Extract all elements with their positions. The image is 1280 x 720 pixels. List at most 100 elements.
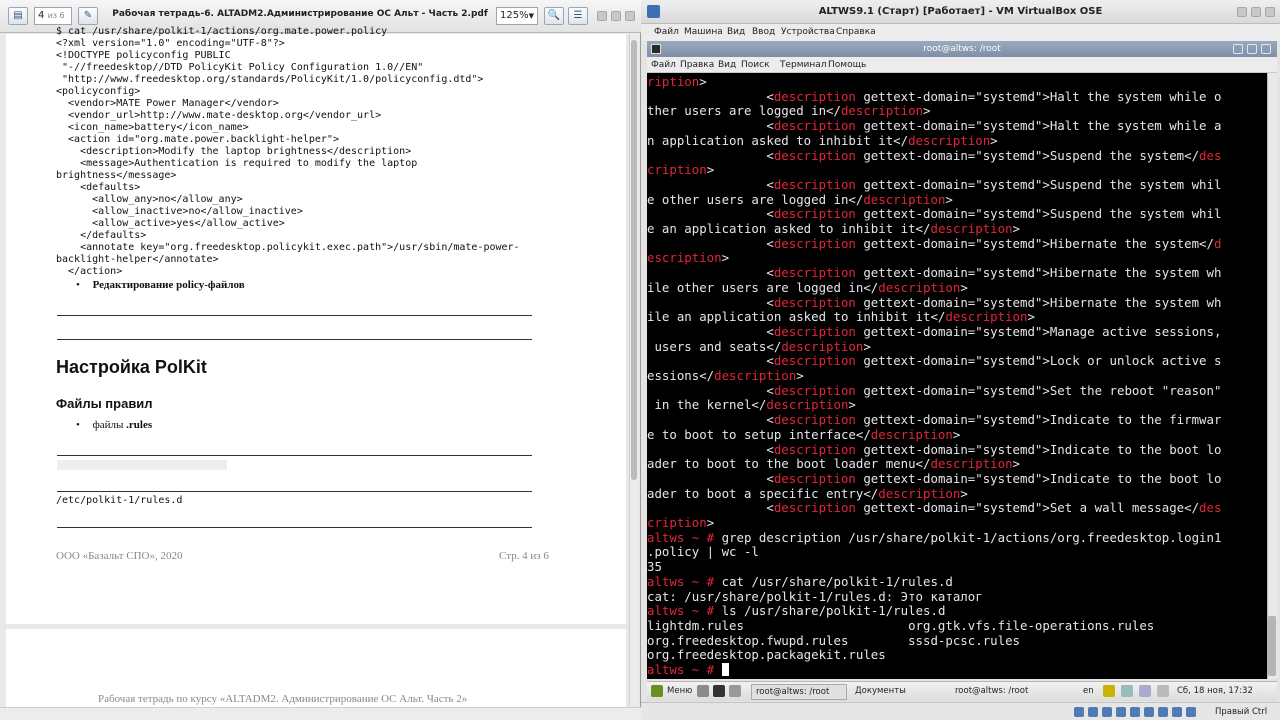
display-icon[interactable] [1158, 707, 1168, 717]
page-number-field[interactable]: 4 из 6 [34, 7, 72, 25]
menu-view[interactable]: Вид [727, 27, 745, 37]
menu-help[interactable]: Справка [836, 27, 876, 37]
terminal-scroll-thumb[interactable] [1268, 616, 1276, 676]
file-manager-icon[interactable] [697, 685, 709, 697]
xml-tag-text: description [773, 206, 856, 222]
shared-folders-icon[interactable] [1144, 707, 1154, 717]
terminal-line: <description gettext-domain="systemd">Hi… [647, 265, 1221, 280]
terminal-text: gettext-domain="systemd">Hibernate the s… [855, 294, 1222, 310]
terminal-text: e an application asked to inhibit it</ [647, 221, 931, 236]
terminal-text: < [647, 353, 774, 369]
terminal-text: cat: /usr/share/polkit-1/rules.d: Это ка… [647, 588, 983, 604]
minimize-icon[interactable] [1233, 44, 1243, 54]
xml-tag-text: escription [647, 250, 722, 266]
term-menu-file[interactable]: Файл [651, 60, 676, 70]
terminal-text: > [1027, 309, 1035, 325]
xml-tag-text: description [773, 147, 856, 163]
close-icon[interactable] [1265, 7, 1275, 17]
vbox-window-title: ALTWS9.1 (Старт) [Работает] - VM Virtual… [818, 6, 1103, 17]
mouse-integration-icon[interactable] [1186, 707, 1196, 717]
clipboard-icon[interactable] [1157, 685, 1169, 697]
terminal-text: > [945, 191, 953, 207]
taskbar-task-terminal-2[interactable]: root@altws: /root [951, 684, 1047, 700]
terminal-text: gettext-domain="systemd">Suspend the sys… [855, 206, 1222, 222]
taskbar-task-terminal[interactable]: root@altws: /root [751, 684, 847, 700]
terminal-line: ile an application asked to inhibit it</… [647, 309, 1035, 324]
zoom-select[interactable]: 125% ▼ [496, 7, 538, 25]
sidebar-toggle-icon[interactable]: ▤ [8, 7, 28, 25]
code-line: backlight-helper</annotate> [56, 254, 219, 265]
terminal-scrollbar[interactable] [1267, 73, 1277, 679]
term-menu-edit[interactable]: Правка [680, 60, 714, 70]
terminal-text: > [990, 132, 998, 148]
menu-devices[interactable]: Устройства [781, 27, 835, 37]
start-menu-label[interactable]: Меню [667, 686, 692, 696]
maximize-icon[interactable] [1247, 44, 1257, 54]
pdf-viewer-window: ▤ 4 из 6 ✎ Рабочая тетрадь-6. ALTADM2.Ад… [0, 0, 641, 720]
terminal-output[interactable]: ription> <description gettext-domain="sy… [647, 73, 1267, 679]
menu-input[interactable]: Ввод [752, 27, 775, 37]
code-line: <action id="org.mate.power.backlight-hel… [56, 134, 339, 145]
keyboard-layout[interactable]: en [1083, 686, 1094, 696]
term-menu-help[interactable]: Помощь [828, 60, 866, 70]
pen-icon[interactable]: ✎ [78, 7, 98, 25]
network-icon[interactable] [1139, 685, 1151, 697]
terminal-line: <description gettext-domain="systemd">Su… [647, 206, 1221, 221]
footer-right: Стр. 4 из 6 [499, 550, 549, 562]
minimize-icon[interactable] [1237, 7, 1247, 17]
close-icon[interactable] [625, 11, 635, 21]
terminal-line: <description gettext-domain="systemd">Ma… [647, 324, 1221, 339]
taskbar-task-documents[interactable]: Документы [851, 684, 947, 700]
network-adapter-icon[interactable] [1116, 707, 1126, 717]
terminal-line: <description gettext-domain="systemd">Ha… [647, 118, 1221, 133]
volume-icon[interactable] [1121, 685, 1133, 697]
terminal-line: <description gettext-domain="systemd">Se… [647, 383, 1221, 398]
term-menu-search[interactable]: Поиск [741, 60, 770, 70]
video-capture-icon[interactable] [1172, 707, 1182, 717]
search-icon[interactable]: 🔍 [544, 7, 564, 25]
menu-file[interactable]: Файл [654, 27, 679, 37]
code-line: brightness</message> [56, 170, 177, 181]
clock[interactable]: Сб, 18 ноя, 17:32 [1177, 686, 1253, 696]
audio-icon[interactable] [1102, 707, 1112, 717]
close-icon[interactable] [1261, 44, 1271, 54]
term-menu-terminal[interactable]: Терминал [780, 60, 827, 70]
start-menu-icon[interactable] [651, 685, 663, 697]
code-line: <icon_name>battery</icon_name> [56, 122, 249, 133]
show-desktop-icon[interactable] [729, 685, 741, 697]
terminal-line: <description gettext-domain="systemd">Su… [647, 177, 1221, 192]
terminal-text: org.freedesktop.packagekit.rules [647, 647, 886, 663]
optical-drive-icon[interactable] [1088, 707, 1098, 717]
maximize-icon[interactable] [611, 11, 621, 21]
terminal-menubar: Файл Правка Вид Поиск Терминал Помощь [647, 57, 1277, 73]
minimize-icon[interactable] [597, 11, 607, 21]
terminal-text: > [1012, 221, 1021, 236]
shell-prompt: altws ~ # [647, 529, 722, 545]
tray-icon[interactable] [1103, 685, 1115, 697]
terminal-line: <description gettext-domain="systemd">Lo… [647, 353, 1221, 368]
terminal-launcher-icon[interactable] [713, 685, 725, 697]
terminal-text: lightdm.rules org.gtk.vfs.file-operation… [647, 617, 1155, 633]
terminal-text: < [647, 412, 774, 428]
blank-line [57, 455, 532, 456]
term-menu-view[interactable]: Вид [718, 60, 736, 70]
xml-tag-text: description [773, 412, 856, 428]
shell-prompt: altws ~ # [647, 603, 722, 619]
terminal-text: ader to boot to the boot loader menu</ [647, 456, 931, 472]
pdf-scroll-thumb[interactable] [631, 40, 637, 480]
terminal-text: < [647, 294, 774, 310]
terminal-text: > [960, 279, 968, 295]
usb-icon[interactable] [1130, 707, 1140, 717]
maximize-icon[interactable] [1251, 7, 1261, 17]
terminal-titlebar: root@altws: /root [647, 41, 1277, 57]
pdf-horizontal-scrollbar[interactable] [0, 707, 641, 720]
terminal-line: altws ~ # cat /usr/share/polkit-1/rules.… [647, 574, 953, 589]
terminal-text: e to boot to setup interface</ [647, 426, 871, 442]
storage-icon[interactable] [1074, 707, 1084, 717]
menu-icon[interactable]: ☰ [568, 7, 588, 25]
host-key-label: Правый Ctrl [1215, 707, 1268, 717]
menu-machine[interactable]: Машина [684, 27, 723, 37]
xml-tag-text: description [840, 103, 924, 119]
terminal-text: essions</ [647, 368, 715, 383]
document-title: Рабочая тетрадь-6. ALTADM2.Администриров… [112, 9, 488, 19]
